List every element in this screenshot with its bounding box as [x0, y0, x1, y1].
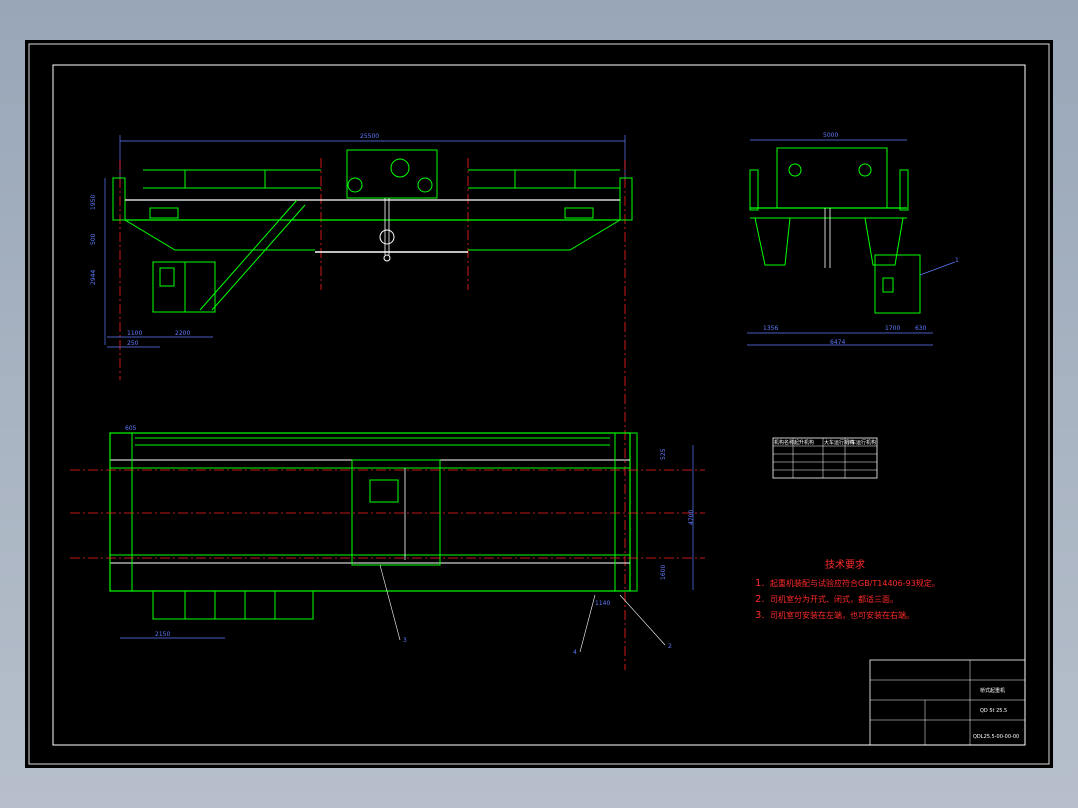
crane-drawing: 25500 1950 500 2944 1100 2200 250 5000 1… [28, 43, 1050, 765]
bottom-dim-3: 250 [127, 340, 139, 347]
spec-header-4: 小车运行机构 [846, 439, 876, 446]
side-dim-2: 1700 [885, 325, 900, 332]
title-block-title: 桥式起重机 [980, 687, 1005, 694]
bottom-dim-2: 2200 [175, 330, 190, 337]
requirement-1-num: 1. [755, 578, 765, 589]
plan-callout-4: 4 [573, 649, 577, 656]
plan-bottom-left-dim: 2150 [155, 631, 170, 638]
plan-right-dim-3: 1600 [660, 565, 667, 580]
side-top-dimension: 5000 [823, 132, 838, 139]
side-dim-1: 1356 [763, 325, 778, 332]
requirement-1-text: 起重机装配与试验应符合GB/T14406-93规定。 [770, 578, 940, 588]
title-block-drawing-no: QDL25.5-00-00-00 [973, 734, 1019, 740]
side-dim-3: 630 [915, 325, 927, 332]
requirements-title: 技术要求 [825, 558, 865, 571]
front-elevation-view: 25500 1950 500 2944 1100 2200 250 [90, 133, 633, 670]
title-block: 桥式起重机 QD 5t 25.5 QDL25.5-00-00-00 [869, 659, 1026, 746]
height-dim-2: 500 [90, 233, 97, 245]
spec-header-2: 起升机构 [794, 439, 814, 446]
plan-callout-2: 2 [668, 643, 672, 650]
height-dim-3: 2944 [90, 270, 97, 285]
technical-requirements: 技术要求 1. 起重机装配与试验应符合GB/T14406-93规定。 2. 司机… [755, 558, 940, 621]
bottom-dim-1: 1100 [127, 330, 142, 337]
side-callout-1: 1 [955, 257, 959, 264]
spec-header-1: 机构名称 [774, 439, 794, 446]
plan-right-dim-2: 4700 [688, 510, 695, 525]
requirement-3-text: 司机室可安装在左端，也可安装在右端。 [770, 610, 914, 620]
outer-border [28, 43, 1050, 765]
plan-view: 605 525 4700 1600 2150 1140 3 4 2 [70, 425, 705, 656]
plan-callout-3: 3 [403, 637, 407, 644]
title-block-spec: QD 5t 25.5 [980, 708, 1007, 714]
spec-table: 机构名称 起升机构 大车运行机构 小车运行机构 [772, 437, 878, 479]
inner-border [52, 64, 1026, 746]
cad-drawing-canvas: 25500 1950 500 2944 1100 2200 250 5000 1… [25, 40, 1053, 768]
side-elevation-view: 5000 1 1356 1700 630 6474 [747, 132, 959, 346]
side-total-dim: 6474 [830, 339, 845, 346]
span-dimension: 25500 [360, 133, 379, 140]
plan-bottom-right-dim: 1140 [595, 600, 610, 607]
requirement-2-num: 2. [755, 594, 765, 605]
plan-right-dim-1: 525 [660, 448, 667, 460]
requirement-3-num: 3. [755, 610, 765, 621]
requirement-2-text: 司机室分为开式、闭式，都适三面。 [770, 594, 898, 604]
height-dim-1: 1950 [90, 195, 97, 210]
plan-left-dim: 605 [125, 425, 137, 432]
